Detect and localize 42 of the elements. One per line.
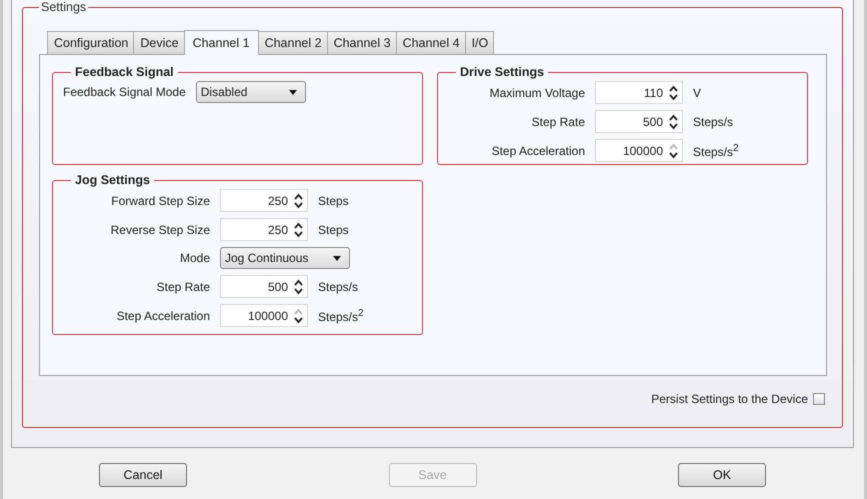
dialog-button[interactable]: Cancel — [99, 463, 187, 487]
unit-label: Steps/s — [693, 114, 734, 128]
field-label: Feedback Signal Mode — [63, 85, 186, 99]
number-field[interactable]: 500 — [220, 275, 308, 298]
field-label: Step Acceleration — [116, 308, 210, 322]
number-field[interactable]: 250 — [220, 189, 308, 212]
dropdown[interactable]: Disabled — [196, 81, 306, 103]
tab[interactable]: I/O — [464, 31, 494, 54]
number-field[interactable]: 110 — [595, 81, 683, 104]
tab[interactable]: Channel 3 — [326, 31, 397, 54]
number-field[interactable]: 100000 — [220, 304, 308, 327]
unit-label: Steps — [318, 222, 350, 236]
field-label: Step Rate — [530, 114, 585, 128]
unit-label: Steps/s — [318, 280, 360, 294]
tab[interactable]: Configuration — [47, 31, 134, 54]
number-field[interactable]: 250 — [220, 218, 308, 241]
dropdown[interactable]: Jog Continuous — [220, 247, 350, 269]
group-title: Drive Settings — [459, 65, 546, 79]
unit-label: Steps — [318, 194, 350, 208]
caret-icon — [333, 256, 341, 260]
number-field[interactable]: 500 — [595, 110, 683, 133]
field-label: Mode — [178, 251, 210, 265]
tab[interactable]: Channel 4 — [396, 31, 466, 54]
unit-label: Steps/s$^{2}$ — [693, 142, 740, 158]
unit-label: V — [693, 86, 702, 100]
dialog-button[interactable]: OK — [678, 463, 766, 487]
group-title: Settings — [40, 0, 88, 14]
unit-label: Steps/s$^{2}$ — [318, 308, 365, 324]
checkbox-label: Persist Settings to the Device — [651, 392, 808, 406]
checkbox[interactable] — [813, 393, 825, 405]
field-label: Forward Step Size — [110, 194, 210, 208]
group-title: Feedback Signal — [74, 65, 175, 79]
field-label: Reverse Step Size — [110, 222, 210, 236]
field-label: Step Rate — [156, 280, 210, 294]
number-field[interactable]: 100000 — [595, 139, 683, 162]
tab[interactable]: Channel 2 — [258, 31, 328, 54]
field-label: Step Acceleration — [490, 144, 585, 158]
group-title: Jog Settings — [74, 173, 152, 187]
tab[interactable]: Device — [133, 31, 185, 54]
caret-icon — [288, 90, 297, 94]
field-label: Maximum Voltage — [488, 86, 585, 100]
tab[interactable]: Channel 1 — [184, 30, 259, 55]
